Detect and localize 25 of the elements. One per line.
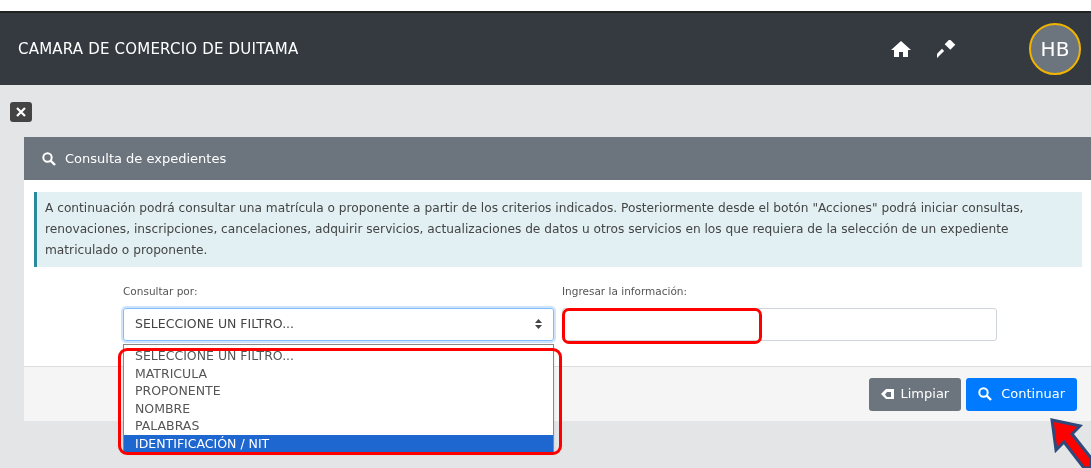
dropdown-option[interactable]: SELECCIONE UN FILTRO... <box>124 347 553 365</box>
close-button[interactable] <box>10 102 32 122</box>
search-icon <box>42 151 56 166</box>
close-icon <box>16 107 26 117</box>
field-label: Consultar por: <box>123 284 199 299</box>
select-arrows-icon <box>535 319 542 330</box>
dropdown-option[interactable]: IDENTIFICACIÓN / NIT <box>124 434 553 452</box>
gavel-icon[interactable] <box>937 40 957 58</box>
info-message: A continuación podrá consultar una matrícula o proponente a partir de los criterios indicados. Posteriormente desde el botón "Acciones" podrá iniciar consultas, renovaciones, inscripciones, cancelaciones, adquirir servicios, actualizaciones de datos u otros servicios en los que requiera de la selección de un expediente matriculado o proponente. <box>34 192 1082 267</box>
home-icon[interactable] <box>890 40 912 58</box>
clear-button[interactable]: Limpiar <box>868 377 962 411</box>
dropdown-option[interactable]: NOMBRE <box>124 399 553 417</box>
dropdown-option[interactable]: PALABRAS <box>124 417 553 435</box>
app-title: CAMARA DE COMERCIO DE DUITAMA <box>18 38 299 60</box>
card-title: Consulta de expedientes <box>65 149 227 168</box>
dropdown-option[interactable]: PROPONENTE <box>124 382 553 400</box>
user-avatar[interactable]: HB <box>1029 23 1081 75</box>
information-field[interactable] <box>562 307 997 341</box>
eraser-icon <box>880 388 895 400</box>
filter-select[interactable]: SELECCIONE UN FILTRO... <box>123 307 554 341</box>
search-icon <box>978 387 993 401</box>
dropdown-option[interactable]: MATRICULA <box>124 364 553 382</box>
continue-button[interactable]: Continuar <box>966 377 1077 411</box>
pointer-arrow-icon <box>1050 418 1091 468</box>
field-label: Ingresar la información: <box>562 284 688 299</box>
